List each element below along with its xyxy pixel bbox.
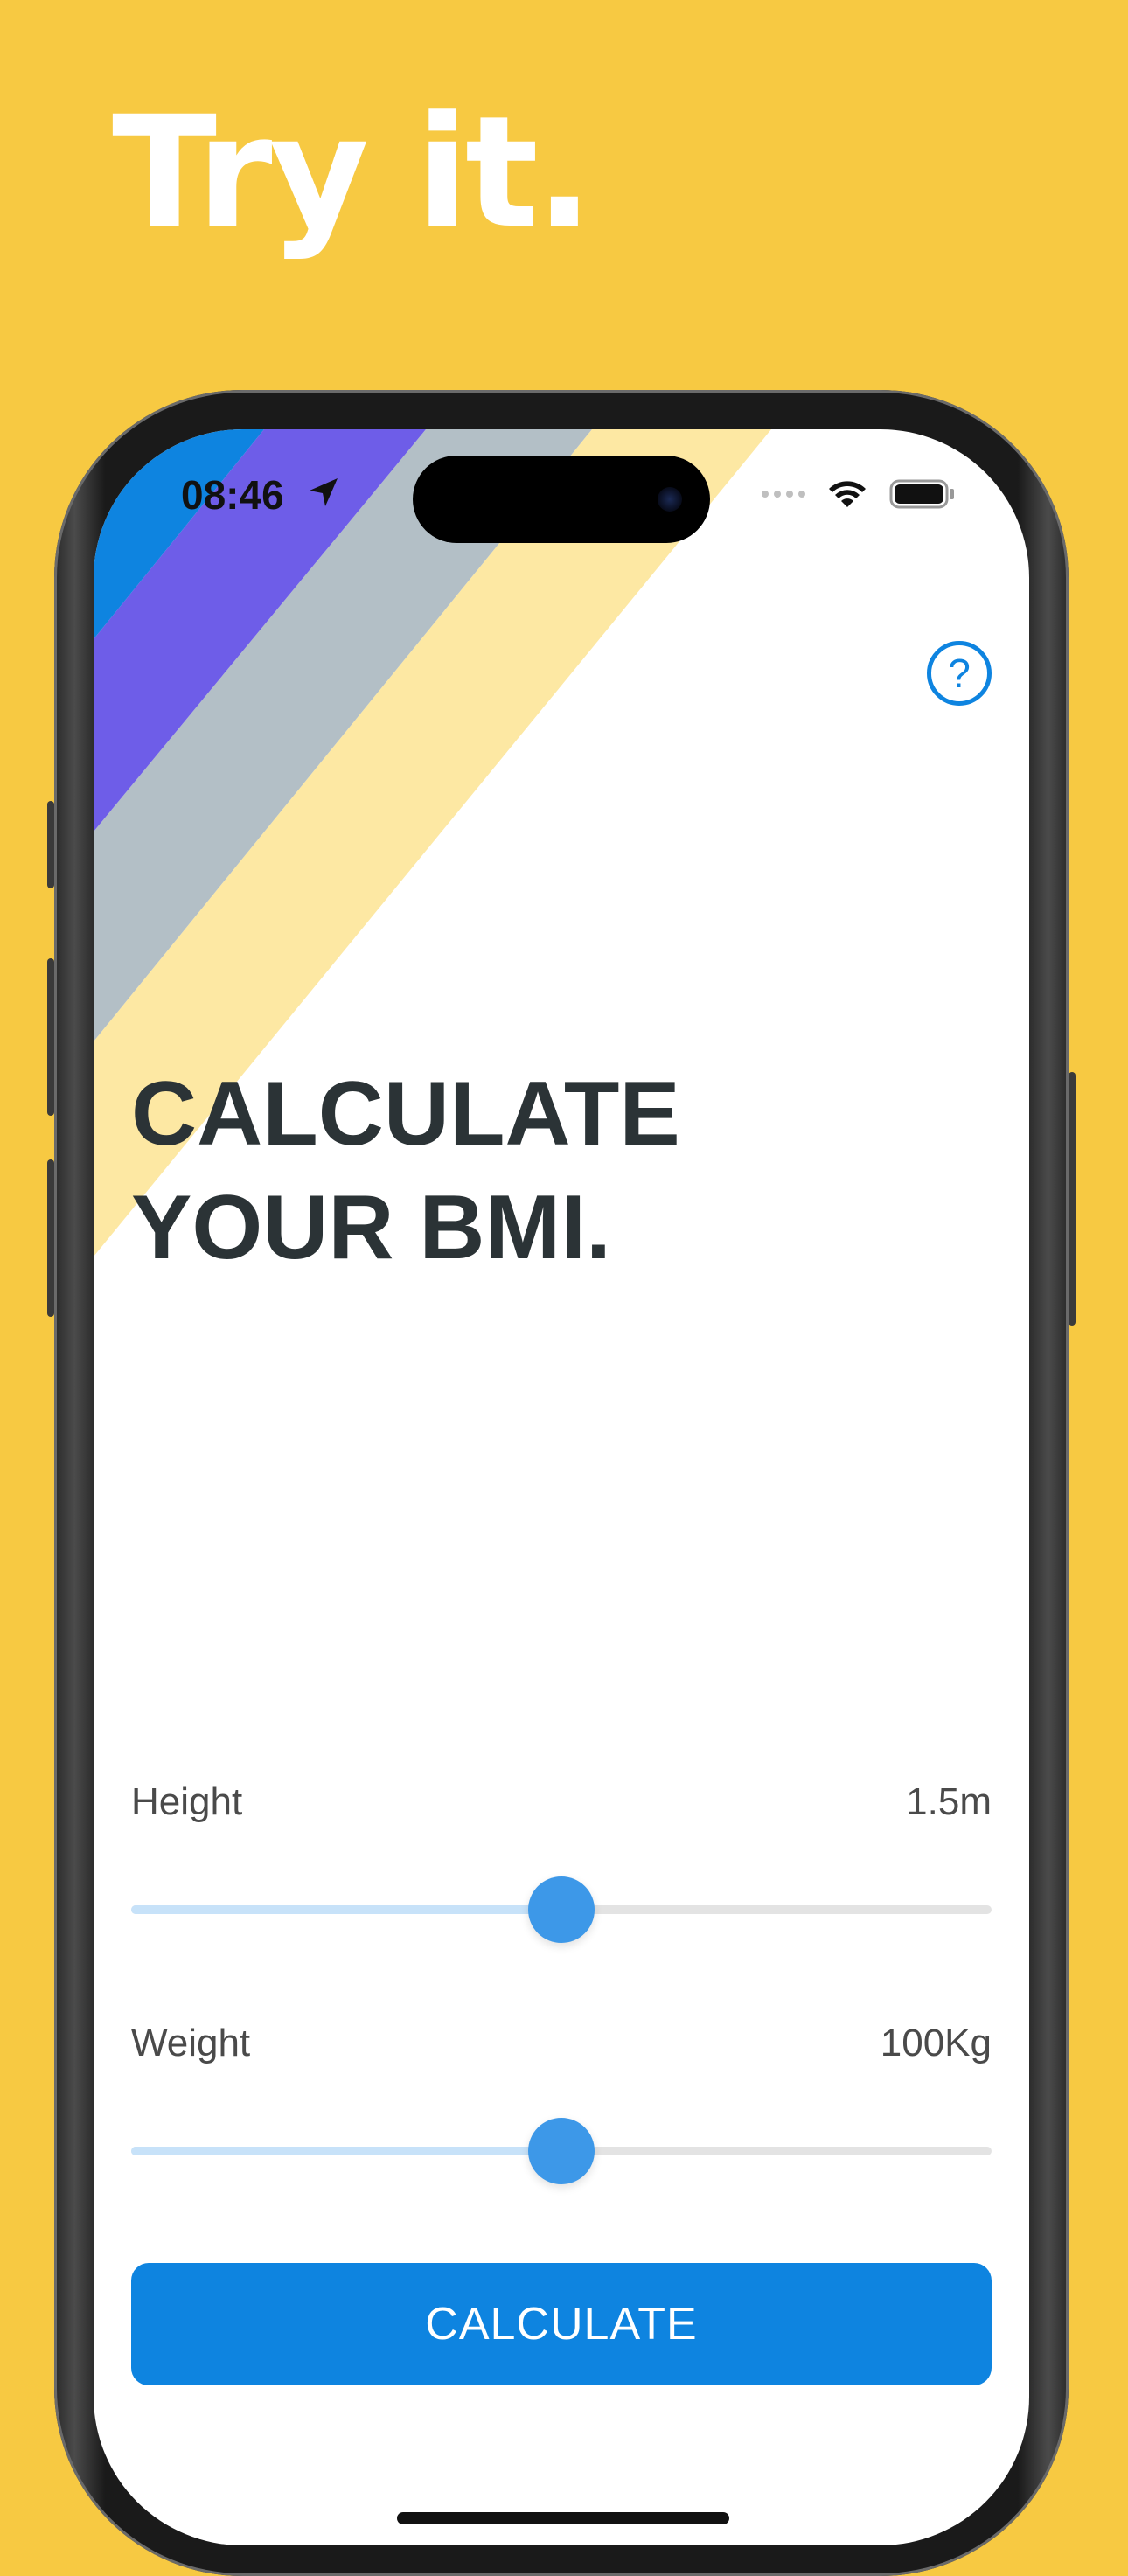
weight-slider-thumb[interactable]	[528, 2118, 595, 2184]
wifi-icon	[829, 481, 866, 507]
cellular-signal-icon	[762, 491, 805, 498]
app-screen: 08:46 ? CALCULATE YOUR BMI. Height 1.5m …	[94, 429, 1029, 2545]
height-label: Height	[131, 1780, 243, 1823]
status-time: 08:46	[181, 472, 284, 518]
calculate-button[interactable]: CALCULATE	[131, 2263, 992, 2385]
height-slider-fill	[131, 1905, 561, 1914]
height-slider[interactable]	[131, 1876, 992, 1943]
weight-label: Weight	[131, 2022, 251, 2064]
phone-volume-up-button	[47, 958, 54, 1116]
front-camera-icon	[658, 487, 682, 512]
weight-value: 100Kg	[880, 2022, 992, 2064]
page-title: CALCULATE YOUR BMI.	[131, 1057, 680, 1285]
battery-icon	[889, 479, 954, 509]
weight-slider[interactable]	[131, 2118, 992, 2184]
title-line-2: YOUR BMI.	[131, 1177, 611, 1278]
phone-side-button	[47, 801, 54, 888]
status-icons	[762, 475, 956, 513]
phone-power-button	[1069, 1072, 1076, 1326]
headline: Try it.	[112, 83, 594, 262]
dynamic-island	[413, 456, 710, 543]
phone-frame: 08:46 ? CALCULATE YOUR BMI. Height 1.5m …	[47, 390, 1076, 2576]
height-value: 1.5m	[906, 1780, 992, 1823]
location-arrow-icon	[310, 478, 338, 506]
phone-volume-down-button	[47, 1159, 54, 1317]
weight-slider-fill	[131, 2147, 561, 2155]
help-button[interactable]: ?	[927, 641, 992, 706]
title-line-1: CALCULATE	[131, 1063, 680, 1165]
height-slider-thumb[interactable]	[528, 1876, 595, 1943]
home-indicator	[397, 2512, 729, 2524]
